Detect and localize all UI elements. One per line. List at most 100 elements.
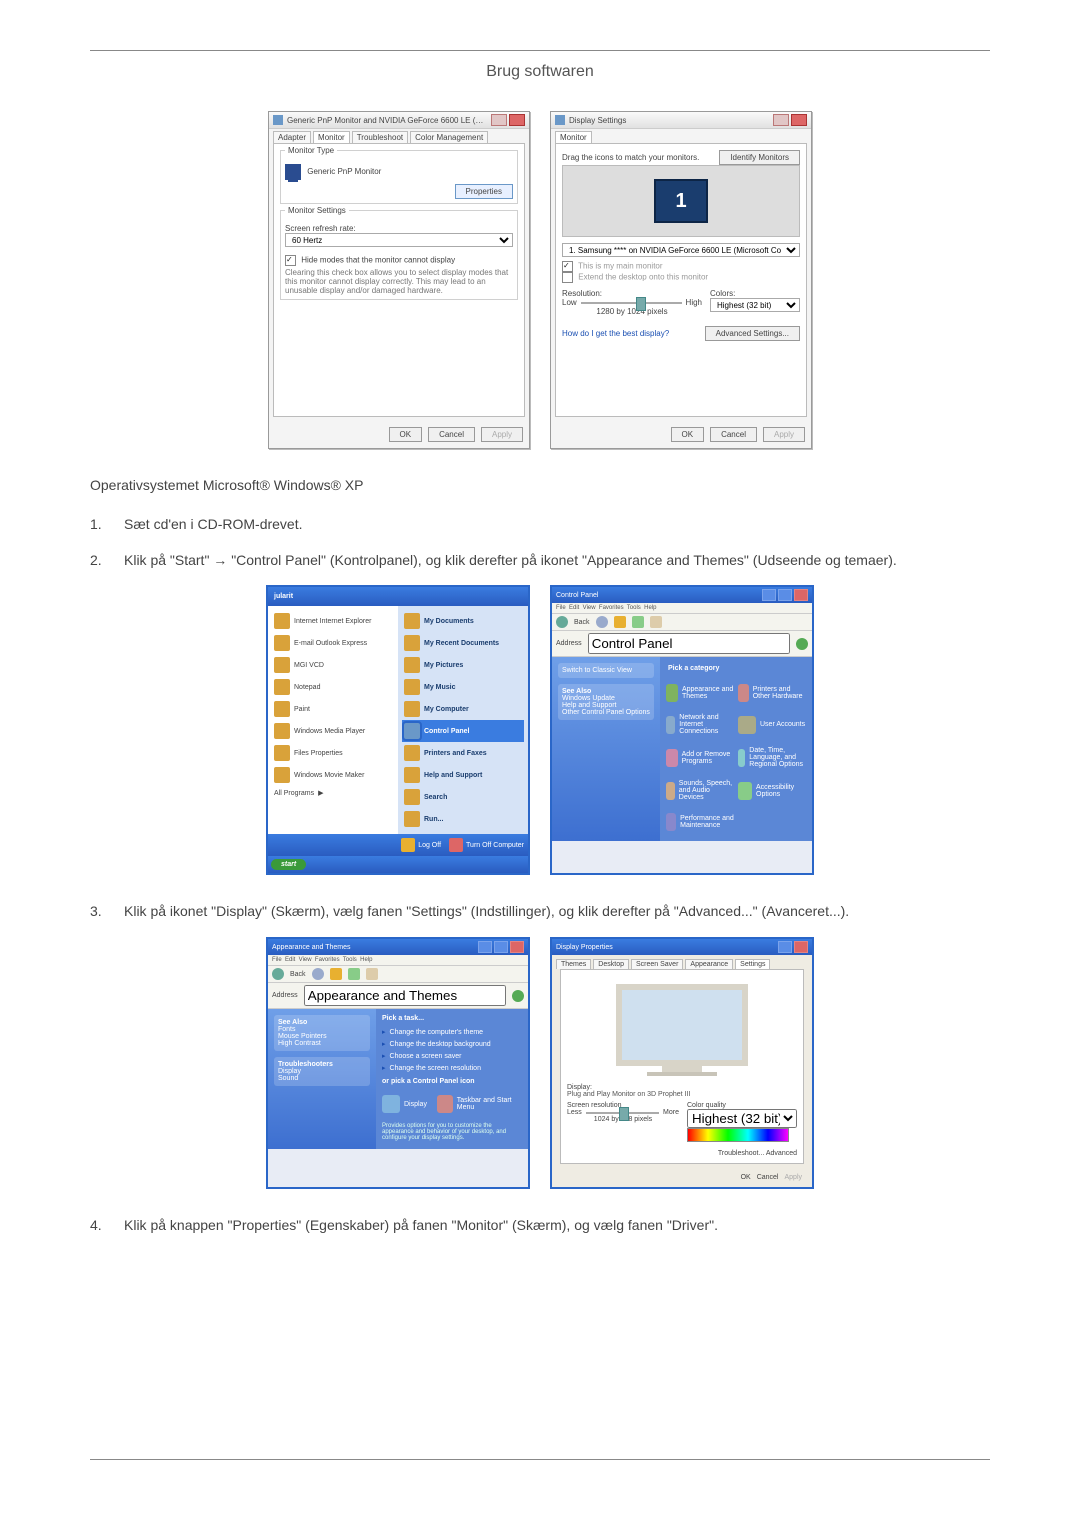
category-item[interactable]: Performance and Maintenance <box>666 813 734 831</box>
close-button[interactable] <box>510 941 524 953</box>
side-link[interactable]: Other Control Panel Options <box>562 709 650 716</box>
task-link[interactable]: ▸Choose a screen saver <box>382 1052 522 1060</box>
category-item[interactable]: Sounds, Speech, and Audio Devices <box>666 780 734 801</box>
tab-appearance[interactable]: Appearance <box>685 959 733 969</box>
menu-item[interactable]: Files Properties <box>272 742 394 764</box>
tab-screen-saver[interactable]: Screen Saver <box>631 959 683 969</box>
close-button[interactable] <box>794 589 808 601</box>
turnoff-button[interactable]: Turn Off Computer <box>449 838 524 852</box>
folders-icon[interactable] <box>366 968 378 980</box>
forward-icon[interactable] <box>312 968 324 980</box>
menu-item[interactable]: My Music <box>402 676 524 698</box>
main-monitor-checkbox[interactable] <box>562 261 573 272</box>
all-programs[interactable]: All Programs ▶ <box>272 786 394 800</box>
cp-icon-taskbar[interactable]: Taskbar and Start Menu <box>437 1095 522 1113</box>
side-link[interactable]: Mouse Pointers <box>278 1033 366 1040</box>
resolution-slider[interactable]: Low High <box>562 298 702 307</box>
colors-select[interactable]: Highest (32 bit) <box>710 298 800 312</box>
search-icon[interactable] <box>632 616 644 628</box>
menu-item[interactable]: Notepad <box>272 676 394 698</box>
maximize-button[interactable] <box>494 941 508 953</box>
side-link[interactable]: Help and Support <box>562 702 650 709</box>
tab-color-management[interactable]: Color Management <box>410 131 488 143</box>
minimize-button[interactable] <box>762 589 776 601</box>
category-item[interactable]: Printers and Other Hardware <box>738 684 806 702</box>
monitor-1-icon[interactable]: 1 <box>654 179 708 223</box>
go-icon[interactable] <box>796 638 808 650</box>
address-input[interactable] <box>304 985 506 1006</box>
back-icon[interactable] <box>272 968 284 980</box>
tab-settings[interactable]: Settings <box>735 959 770 969</box>
start-button[interactable]: start <box>271 859 306 870</box>
search-icon[interactable] <box>348 968 360 980</box>
extend-desktop-checkbox[interactable] <box>562 272 573 283</box>
switch-view-link[interactable]: Switch to Classic View <box>562 667 650 674</box>
side-link[interactable]: High Contrast <box>278 1040 366 1047</box>
minimize-button[interactable] <box>773 114 789 126</box>
menu-item[interactable]: Windows Media Player <box>272 720 394 742</box>
tab-monitor[interactable]: Monitor <box>555 131 592 143</box>
menu-item[interactable]: Help and Support <box>402 764 524 786</box>
menu-item[interactable]: My Documents <box>402 610 524 632</box>
menu-item[interactable]: My Pictures <box>402 654 524 676</box>
category-item[interactable]: Date, Time, Language, and Regional Optio… <box>738 747 806 768</box>
monitor-select[interactable]: 1. Samsung **** on NVIDIA GeForce 6600 L… <box>562 243 800 257</box>
tab-themes[interactable]: Themes <box>556 959 591 969</box>
menu-item[interactable]: My Recent Documents <box>402 632 524 654</box>
menu-item[interactable]: MGI VCD <box>272 654 394 676</box>
cancel-button[interactable]: Cancel <box>757 1174 779 1181</box>
maximize-button[interactable] <box>778 589 792 601</box>
back-button[interactable]: Back <box>574 619 590 626</box>
monitor-arrangement-canvas[interactable]: 1 <box>562 165 800 237</box>
menu-item-control-panel[interactable]: Control Panel <box>402 720 524 742</box>
identify-monitors-button[interactable]: Identify Monitors <box>719 150 800 165</box>
category-item[interactable]: User Accounts <box>738 714 806 735</box>
tab-desktop[interactable]: Desktop <box>593 959 629 969</box>
menu-item[interactable]: Run... <box>402 808 524 830</box>
back-icon[interactable] <box>556 616 568 628</box>
close-button[interactable] <box>791 114 807 126</box>
up-icon[interactable] <box>330 968 342 980</box>
task-link[interactable]: ▸Change the screen resolution <box>382 1064 522 1072</box>
side-link[interactable]: Windows Update <box>562 695 650 702</box>
menu-item[interactable]: Printers and Faxes <box>402 742 524 764</box>
menu-item[interactable]: My Computer <box>402 698 524 720</box>
up-icon[interactable] <box>614 616 626 628</box>
help-button[interactable] <box>778 941 792 953</box>
cancel-button[interactable]: Cancel <box>428 427 475 442</box>
ok-button[interactable]: OK <box>389 427 423 442</box>
hide-modes-checkbox[interactable] <box>285 255 296 266</box>
task-link[interactable]: ▸Change the desktop background <box>382 1040 522 1048</box>
folders-icon[interactable] <box>650 616 662 628</box>
address-input[interactable] <box>588 633 790 654</box>
go-icon[interactable] <box>512 990 524 1002</box>
cp-icon-display[interactable]: Display <box>382 1095 427 1113</box>
forward-icon[interactable] <box>596 616 608 628</box>
apply-button[interactable]: Apply <box>784 1174 802 1181</box>
back-button[interactable]: Back <box>290 971 306 978</box>
advanced-button[interactable]: Advanced <box>766 1150 797 1157</box>
apply-button[interactable]: Apply <box>763 427 805 442</box>
cancel-button[interactable]: Cancel <box>710 427 757 442</box>
refresh-rate-select[interactable]: 60 Hertz <box>285 233 513 247</box>
category-item[interactable]: Accessibility Options <box>738 780 806 801</box>
close-button[interactable] <box>509 114 525 126</box>
category-item[interactable]: Add or Remove Programs <box>666 747 734 768</box>
properties-button[interactable]: Properties <box>455 184 513 199</box>
menu-item[interactable]: Search <box>402 786 524 808</box>
menu-item[interactable]: Windows Movie Maker <box>272 764 394 786</box>
ok-button[interactable]: OK <box>671 427 705 442</box>
menu-item[interactable]: Paint <box>272 698 394 720</box>
side-link[interactable]: Display <box>278 1068 366 1075</box>
ok-button[interactable]: OK <box>741 1174 751 1181</box>
tab-adapter[interactable]: Adapter <box>273 131 311 143</box>
tab-troubleshoot[interactable]: Troubleshoot <box>352 131 408 143</box>
task-link[interactable]: ▸Change the computer's theme <box>382 1028 522 1036</box>
category-item[interactable]: Network and Internet Connections <box>666 714 734 735</box>
menu-item[interactable]: E-mail Outlook Express <box>272 632 394 654</box>
close-button[interactable] <box>794 941 808 953</box>
logoff-button[interactable]: Log Off <box>401 838 441 852</box>
minimize-button[interactable] <box>491 114 507 126</box>
apply-button[interactable]: Apply <box>481 427 523 442</box>
advanced-settings-button[interactable]: Advanced Settings... <box>705 326 800 341</box>
